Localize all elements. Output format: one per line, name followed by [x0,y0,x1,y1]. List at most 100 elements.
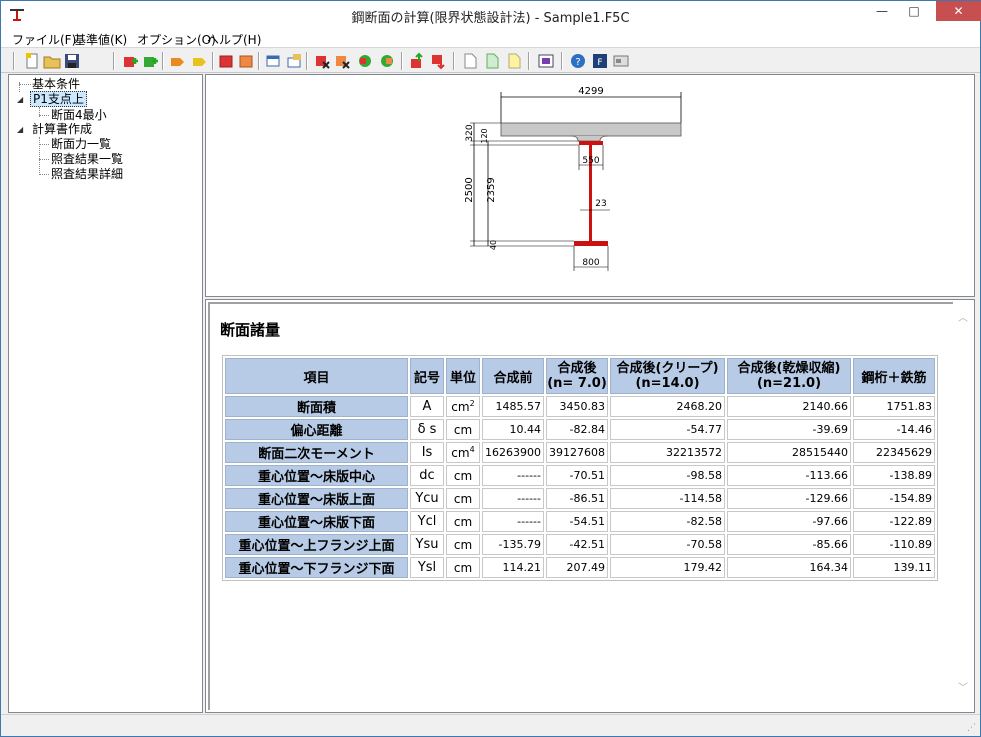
header-line: 合成後(クリープ) [616,361,719,376]
open-folder-icon[interactable] [43,52,61,70]
window-title: 鋼断面の計算(限界状態設計法) - Sample1.F5C [351,11,630,26]
table-cell: -39.69 [727,419,851,440]
table-cell: 22345629 [853,442,935,463]
toolbar-separator [401,52,403,70]
import-icon[interactable] [429,52,447,70]
toolbar-separator [453,52,455,70]
scroll-up-icon[interactable]: ︿ [958,314,968,324]
row-unit: cm [446,465,480,486]
col-header-after-composite: 合成後 (n= 7.0) [546,358,608,394]
delete-icon[interactable] [313,52,331,70]
orange-box-icon[interactable] [237,52,255,70]
folder-window-icon[interactable] [285,52,303,70]
vertical-scrollbar[interactable]: ︿ ﹀ [954,300,972,710]
header-line: 合成後 [557,361,597,376]
concrete-slab [500,122,682,137]
table-cell: -42.51 [546,534,608,555]
save-icon[interactable] [63,52,81,70]
table-cell: 2140.66 [727,396,851,417]
add-red-icon[interactable] [121,52,139,70]
tree-item-p1-support[interactable]: P1支点上 [30,91,87,107]
toolbar-separator [13,52,15,70]
table-cell: -113.66 [727,465,851,486]
add-green-icon[interactable] [141,52,159,70]
close-button[interactable]: ✕ [936,1,981,21]
table-cell: -14.46 [853,419,935,440]
toolbar-separator [561,52,563,70]
redo-icon[interactable] [378,52,396,70]
toolbar: ? F [1,49,980,73]
col-header-symbol: 記号 [410,358,444,394]
green-page-icon[interactable] [483,52,501,70]
tree-item-basic-conditions[interactable]: 基本条件 [32,77,80,91]
header-line: 合成後(乾燥収縮) [737,361,841,376]
table-cell: -138.89 [853,465,935,486]
help-icon[interactable]: ? [569,52,587,70]
table-cell: -97.66 [727,511,851,532]
row-unit: cm [446,511,480,532]
row-unit: cm [446,488,480,509]
tree-item-section-4-min[interactable]: 断面4最小 [51,108,107,122]
table-cell: 207.49 [546,557,608,578]
table-row: 偏心距離 δ s cm 10.44 -82.84 -54.77 -39.69 -14.46 [225,419,935,440]
tree-connector [39,144,49,145]
table-cell: 164.34 [727,557,851,578]
undo-icon[interactable] [356,52,374,70]
menu-options[interactable]: オプション(O) [137,31,216,48]
window-icon[interactable] [265,52,283,70]
dim-web-height: 2359 [486,177,497,202]
table-cell: -122.89 [853,511,935,532]
unit-text: cm [453,560,473,575]
export-icon[interactable] [408,52,426,70]
svg-text:F: F [597,58,602,68]
maximize-button[interactable]: □ [899,1,929,23]
menu-file[interactable]: ファイル(F) [12,31,76,48]
edit-orange-icon[interactable] [169,52,187,70]
toolbar-separator [212,52,214,70]
row-label: 重心位置～床版中心 [225,465,408,486]
table-cell: -70.51 [546,465,608,486]
menu-help[interactable]: ヘルプ(H) [207,31,261,48]
table-cell: -154.89 [853,488,935,509]
blank-page-icon[interactable] [461,52,479,70]
preview-icon[interactable] [537,52,555,70]
new-file-icon[interactable] [23,52,41,70]
results-content: 断面諸量 項目 記号 単位 合成前 合成後 (n= 7.0) 合成後(クリープ)(… [208,302,953,710]
menu-bar: ファイル(F) 基準値(K) オプション(O) ヘルプ(H) [1,30,980,48]
tree-item-check-summary[interactable]: 照査結果一覧 [51,152,123,166]
unit-exponent: 2 [469,398,475,408]
settings-icon[interactable] [612,52,630,70]
tree-item-section-forces[interactable]: 断面力一覧 [51,137,111,151]
tree-item-label: P1支点上 [30,91,87,107]
row-symbol: Ysu [410,534,444,555]
menu-standards[interactable]: 基準値(K) [74,31,127,48]
red-box-icon[interactable] [217,52,235,70]
svg-text:?: ? [575,57,580,68]
resize-grip-icon[interactable]: ⋰ [967,723,976,733]
table-cell: -54.77 [610,419,725,440]
tree-item-check-details[interactable]: 照査結果詳細 [51,167,123,181]
collapse-icon[interactable]: ◢ [17,95,23,104]
edit-yellow-icon[interactable] [191,52,209,70]
unit-text: cm [453,537,473,552]
minimize-button[interactable]: — [867,1,897,23]
delete-alt-icon[interactable] [333,52,351,70]
row-label: 重心位置～床版下面 [225,511,408,532]
tree-connector [19,84,31,85]
table-cell: 1485.57 [482,396,544,417]
about-icon[interactable]: F [591,52,609,70]
scroll-down-icon[interactable]: ﹀ [958,684,968,694]
tree-item-report[interactable]: 計算書作成 [32,122,92,136]
yellow-page-icon[interactable] [505,52,523,70]
collapse-icon[interactable]: ◢ [17,125,23,134]
row-label: 重心位置～上フランジ上面 [225,534,408,555]
navigation-tree: 基本条件 ◢ P1支点上 断面4最小 ◢ 計算書作成 断面力一覧 照査結果一覧 … [8,74,203,713]
table-cell: 16263900 [482,442,544,463]
table-cell: 1751.83 [853,396,935,417]
table-cell: 39127608 [546,442,608,463]
tree-connector [39,159,49,160]
section-properties-table: 項目 記号 単位 合成前 合成後 (n= 7.0) 合成後(クリープ) (n=14.… [222,355,938,581]
table-cell: -135.79 [482,534,544,555]
row-label: 断面積 [225,396,408,417]
app-window: 鋼断面の計算(限界状態設計法) - Sample1.F5C — □ ✕ ファイル… [0,0,981,737]
